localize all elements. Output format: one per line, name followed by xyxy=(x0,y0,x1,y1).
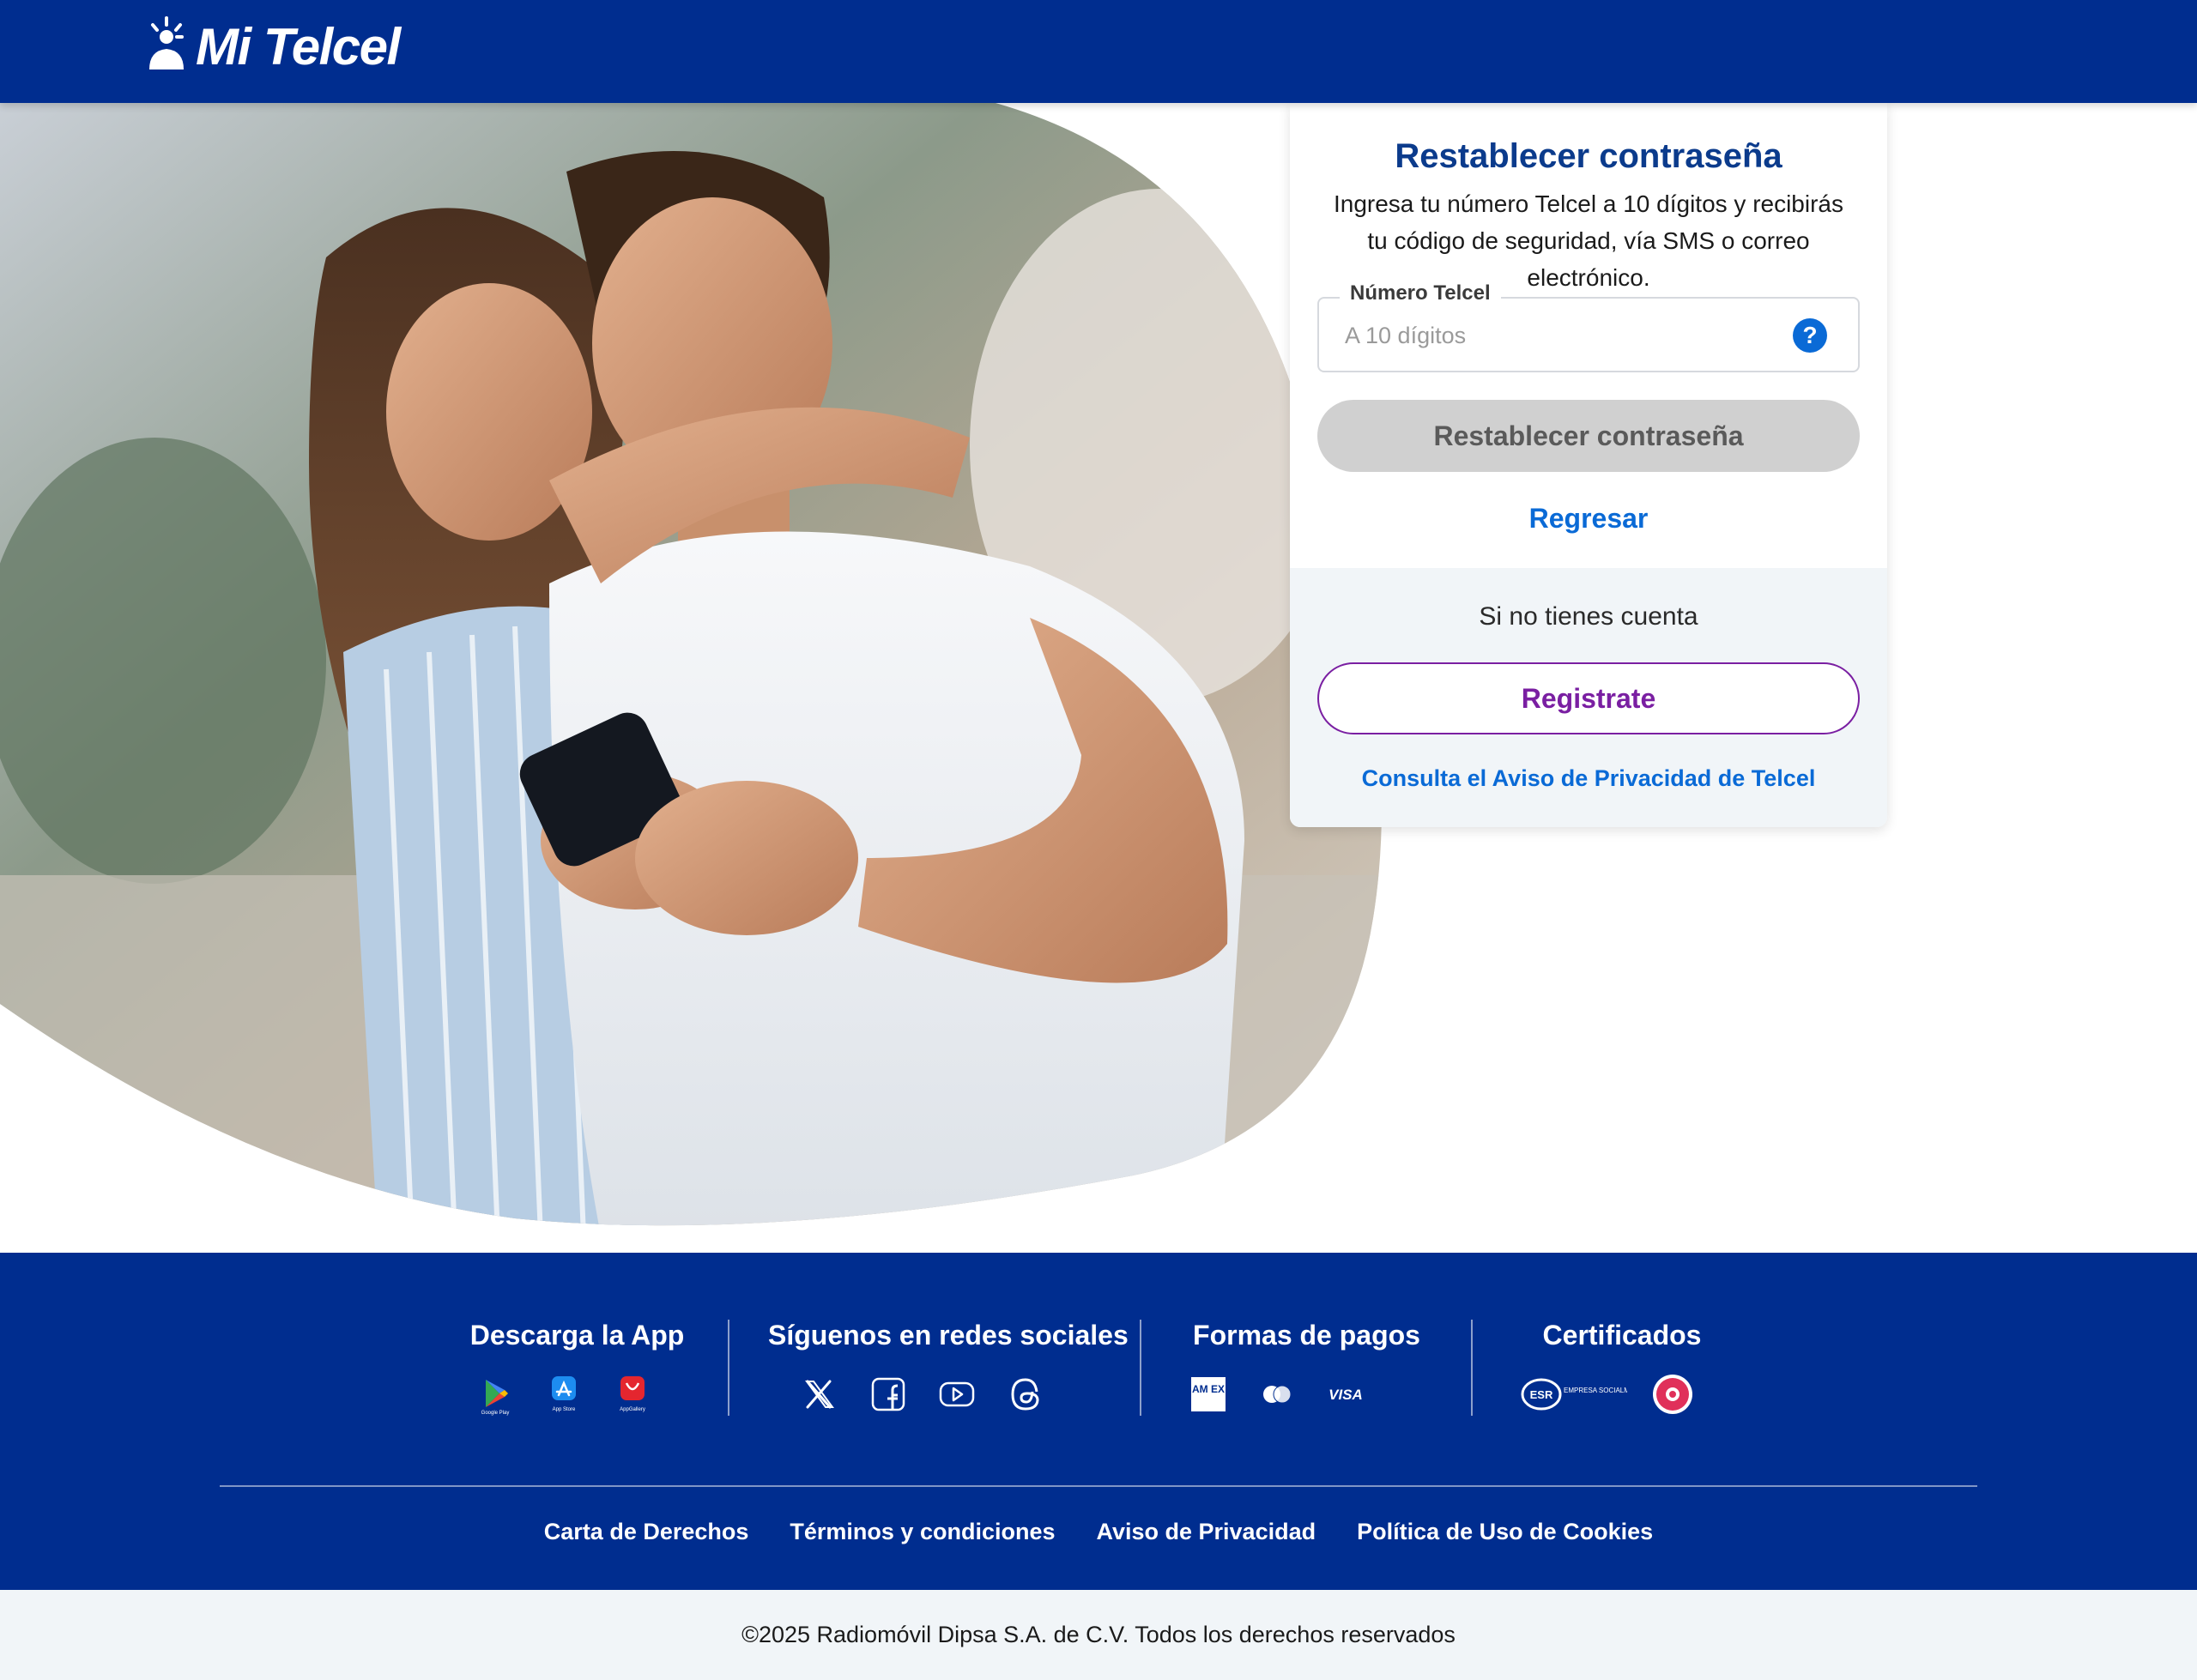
card-title: Restablecer contraseña xyxy=(1395,137,1782,175)
footer-link-cookies[interactable]: Política de Uso de Cookies xyxy=(1357,1519,1653,1545)
app-download-column: Descarga la App xyxy=(463,1320,691,1351)
certificates-title: Certificados xyxy=(1542,1320,1702,1351)
svg-text:EMPRESA SOCIALMENTE RESPONSABL: EMPRESA SOCIALMENTE RESPONSABLE xyxy=(1564,1387,1627,1394)
x-icon[interactable] xyxy=(798,1373,841,1416)
reset-password-button[interactable]: Restablecer contraseña xyxy=(1317,400,1860,472)
question-icon[interactable]: ? xyxy=(1793,318,1827,353)
social-title: Síguenos en redes sociales xyxy=(768,1320,1129,1351)
top-header: Mi Telcel xyxy=(0,0,2197,103)
facebook-icon[interactable] xyxy=(867,1373,910,1416)
logo-text: Mi Telcel xyxy=(196,17,401,76)
footer-divider xyxy=(1140,1320,1141,1416)
mastercard-icon xyxy=(1256,1373,1298,1416)
phone-number-field: Número Telcel ? xyxy=(1317,281,1860,372)
svg-text:ESR: ESR xyxy=(1530,1388,1553,1401)
no-account-text: Si no tienes cuenta xyxy=(1479,602,1698,631)
privacy-notice-link[interactable]: Consulta el Aviso de Privacidad de Telce… xyxy=(1290,765,1887,792)
payment-icons: AM EX VISA xyxy=(1187,1373,1367,1416)
telcel-person-icon xyxy=(149,16,184,69)
app-gallery-icon[interactable]: AppGallery xyxy=(611,1373,654,1416)
back-link[interactable]: Regresar xyxy=(1290,503,1887,535)
google-play-icon[interactable]: Google Play xyxy=(474,1373,517,1416)
reset-password-card: Restablecer contraseña Ingresa tu número… xyxy=(1290,103,1887,827)
payments-title: Formas de pagos xyxy=(1193,1320,1420,1351)
distintivo-icon xyxy=(1651,1373,1694,1416)
footer-link-rights[interactable]: Carta de Derechos xyxy=(544,1519,749,1545)
visa-icon: VISA xyxy=(1324,1373,1367,1416)
social-column: Síguenos en redes sociales xyxy=(768,1320,1129,1351)
register-button[interactable]: Registrate xyxy=(1317,662,1860,734)
svg-text:VISA: VISA xyxy=(1328,1387,1363,1403)
svg-text:AM EX: AM EX xyxy=(1192,1383,1225,1395)
footer-link-terms[interactable]: Términos y condiciones xyxy=(790,1519,1055,1545)
amex-icon: AM EX xyxy=(1187,1373,1230,1416)
site-footer: Descarga la App Google Play App Store Ap… xyxy=(0,1253,2197,1590)
svg-text:AppGallery: AppGallery xyxy=(620,1407,645,1412)
footer-link-privacy[interactable]: Aviso de Privacidad xyxy=(1096,1519,1316,1545)
footer-divider xyxy=(728,1320,729,1416)
phone-number-label: Número Telcel xyxy=(1340,281,1501,305)
register-section: Si no tienes cuenta Registrate Consulta … xyxy=(1290,568,1887,827)
svg-text:Google Play: Google Play xyxy=(481,1411,510,1416)
app-store-icons: Google Play App Store AppGallery xyxy=(474,1373,654,1416)
copyright-text: ©2025 Radiomóvil Dipsa S.A. de C.V. Todo… xyxy=(0,1590,2197,1680)
couple-smartphone-photo xyxy=(0,103,1382,1226)
certificates-column: Certificados xyxy=(1510,1320,1734,1351)
app-store-icon[interactable]: App Store xyxy=(542,1373,585,1416)
svg-text:App Store: App Store xyxy=(553,1407,576,1412)
footer-links: Carta de Derechos Términos y condiciones… xyxy=(0,1519,2197,1545)
certificate-icons: ESR EMPRESA SOCIALMENTE RESPONSABLE xyxy=(1521,1373,1694,1416)
youtube-icon[interactable] xyxy=(935,1373,978,1416)
hero-image xyxy=(0,103,1407,1236)
payments-column: Formas de pagos xyxy=(1189,1320,1425,1351)
app-download-title: Descarga la App xyxy=(469,1320,685,1351)
footer-separator xyxy=(220,1485,1977,1487)
mi-telcel-logo[interactable]: Mi Telcel xyxy=(146,15,401,77)
threads-icon[interactable] xyxy=(1004,1373,1047,1416)
reset-form: Restablecer contraseña Ingresa tu número… xyxy=(1290,103,1887,568)
footer-divider xyxy=(1471,1320,1473,1416)
card-description: Ingresa tu número Telcel a 10 dígitos y … xyxy=(1333,190,1843,291)
social-icons xyxy=(798,1373,1047,1416)
phone-number-input[interactable] xyxy=(1345,319,1774,352)
esr-icon: ESR EMPRESA SOCIALMENTE RESPONSABLE xyxy=(1521,1373,1627,1416)
